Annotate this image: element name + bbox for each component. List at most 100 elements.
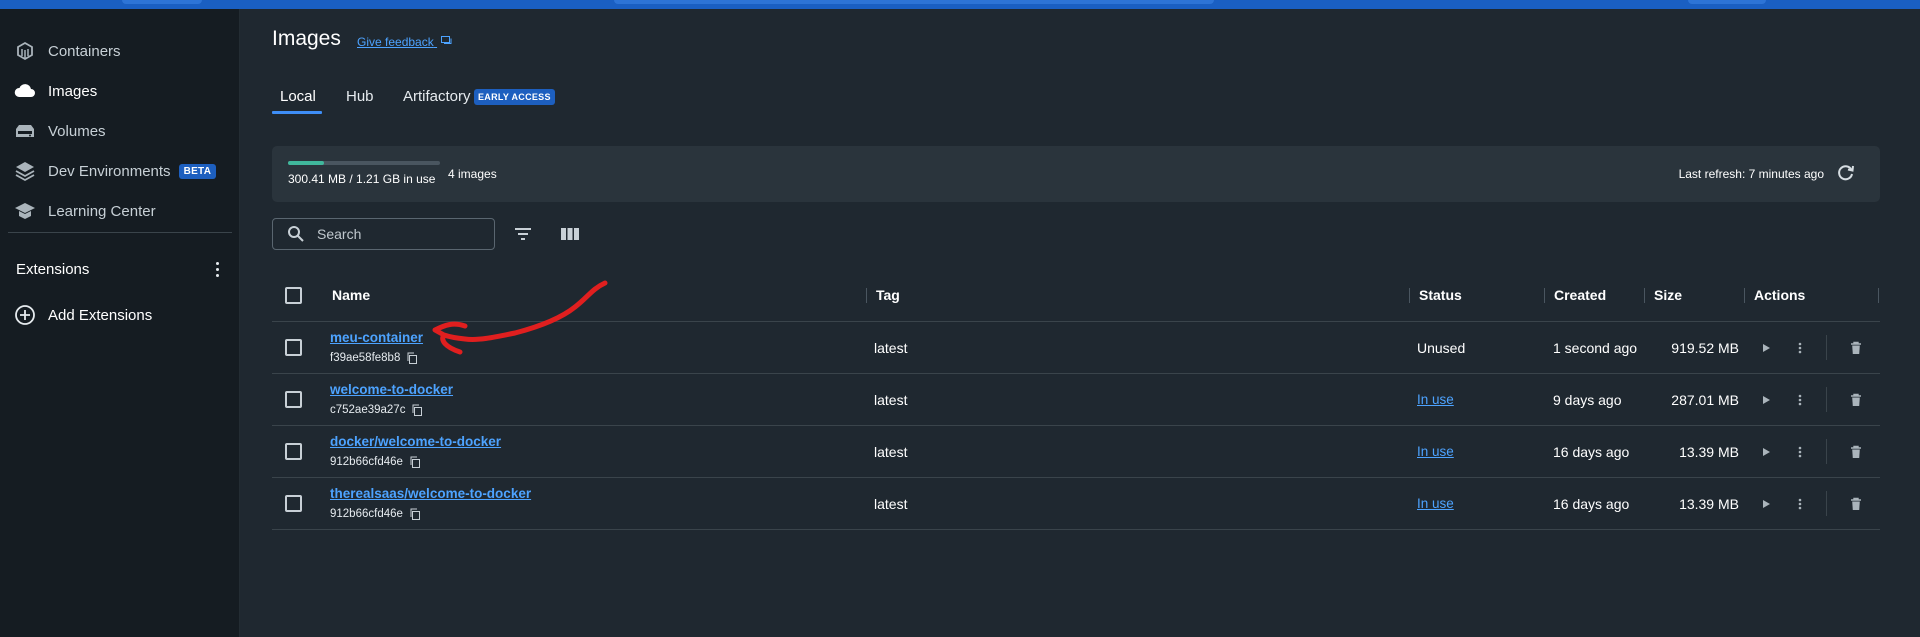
image-status[interactable]: In use (1417, 392, 1454, 407)
column-header-name[interactable]: Name (332, 287, 370, 303)
table-row[interactable]: docker/welcome-to-docker 912b66cfd46e la… (272, 426, 1880, 478)
tab-artifactory[interactable]: Artifactory (403, 88, 471, 105)
top-bar-button[interactable] (122, 0, 202, 4)
add-extensions-button[interactable]: Add Extensions (12, 299, 232, 331)
image-created: 1 second ago (1553, 340, 1638, 356)
image-id: c752ae39a27c (330, 404, 423, 416)
image-name-link[interactable]: meu-container (330, 330, 423, 345)
actions-divider (1826, 491, 1827, 516)
copy-icon[interactable] (409, 508, 421, 520)
search-input[interactable] (317, 226, 477, 242)
row-checkbox[interactable] (285, 495, 302, 512)
image-tag: latest (874, 340, 908, 356)
top-bar (0, 0, 1920, 9)
image-tag: latest (874, 444, 908, 460)
row-checkbox[interactable] (285, 391, 302, 408)
column-header-created[interactable]: Created (1554, 287, 1606, 303)
sidebar-item-containers[interactable]: Containers (12, 35, 232, 67)
sidebar: Containers Images Volumes Dev Environmen… (0, 9, 240, 637)
filter-icon[interactable] (512, 224, 534, 244)
delete-icon[interactable] (1846, 442, 1866, 462)
active-tab-indicator (272, 111, 322, 114)
table-row[interactable]: welcome-to-docker c752ae39a27c latest In… (272, 374, 1880, 426)
delete-icon[interactable] (1846, 390, 1866, 410)
columns-icon[interactable] (559, 224, 581, 244)
image-id: 912b66cfd46e (330, 456, 421, 468)
disk-usage-bar (288, 161, 440, 165)
column-separator[interactable] (866, 288, 867, 303)
image-id-text: f39ae58fe8b8 (330, 352, 401, 364)
image-name-link[interactable]: therealsaas/welcome-to-docker (330, 486, 531, 501)
row-checkbox[interactable] (285, 443, 302, 460)
add-extensions-label: Add Extensions (48, 306, 153, 324)
learning-center-icon (12, 198, 38, 224)
image-size: 13.39 MB (1679, 496, 1739, 512)
sidebar-item-learning-center[interactable]: Learning Center (12, 195, 232, 227)
sidebar-item-volumes[interactable]: Volumes (12, 115, 232, 147)
actions-divider (1826, 439, 1827, 464)
disk-usage-bar-fill (288, 161, 325, 165)
image-id: f39ae58fe8b8 (330, 352, 418, 364)
image-id-text: 912b66cfd46e (330, 508, 403, 520)
actions-divider (1826, 387, 1827, 412)
image-created: 9 days ago (1553, 392, 1622, 408)
more-actions-icon[interactable] (1790, 442, 1810, 462)
sidebar-item-dev-environments[interactable]: Dev Environments BETA (12, 155, 232, 187)
column-separator[interactable] (1644, 288, 1645, 303)
column-separator[interactable] (1744, 288, 1745, 303)
image-count: 4 images (448, 167, 497, 181)
column-separator[interactable] (1878, 288, 1879, 303)
sidebar-divider (8, 232, 232, 233)
copy-icon[interactable] (409, 456, 421, 468)
give-feedback-label: Give feedback (357, 35, 434, 49)
volumes-icon (12, 118, 38, 144)
tab-local[interactable]: Local (280, 88, 316, 105)
search-icon (287, 225, 305, 243)
add-circle-icon (12, 302, 38, 328)
image-name-link[interactable]: docker/welcome-to-docker (330, 434, 501, 449)
column-separator[interactable] (1544, 288, 1545, 303)
run-icon[interactable] (1756, 494, 1776, 514)
sidebar-item-images[interactable]: Images (12, 75, 232, 107)
more-actions-icon[interactable] (1790, 338, 1810, 358)
top-bar-search[interactable] (614, 0, 1214, 4)
refresh-icon[interactable] (1836, 163, 1856, 183)
cloud-icon (12, 78, 38, 104)
delete-icon[interactable] (1846, 338, 1866, 358)
tab-hub[interactable]: Hub (346, 88, 374, 105)
table-row[interactable]: meu-container f39ae58fe8b8 latest Unused… (272, 322, 1880, 374)
sidebar-item-label: Containers (48, 42, 121, 60)
image-status[interactable]: In use (1417, 444, 1454, 459)
sidebar-item-label: Images (48, 82, 98, 100)
row-checkbox[interactable] (285, 339, 302, 356)
containers-icon (12, 38, 38, 64)
disk-usage-text: 300.41 MB / 1.21 GB in use (288, 172, 436, 186)
column-header-tag[interactable]: Tag (876, 287, 900, 303)
column-separator[interactable] (1409, 288, 1410, 303)
more-actions-icon[interactable] (1790, 390, 1810, 410)
select-all-checkbox[interactable] (285, 287, 302, 304)
image-size: 919.52 MB (1671, 340, 1739, 356)
more-actions-icon[interactable] (1790, 494, 1810, 514)
table-header: Name Tag Status Created Size Actions (272, 270, 1880, 322)
image-id: 912b66cfd46e (330, 508, 421, 520)
last-refresh-text: Last refresh: 7 minutes ago (1678, 167, 1824, 181)
extensions-more-icon[interactable] (208, 259, 226, 279)
image-status[interactable]: In use (1417, 496, 1454, 511)
delete-icon[interactable] (1846, 494, 1866, 514)
give-feedback-link[interactable]: Give feedback (357, 35, 452, 49)
top-bar-button[interactable] (1688, 0, 1766, 4)
run-icon[interactable] (1756, 338, 1776, 358)
search-field[interactable] (272, 218, 495, 250)
column-header-status[interactable]: Status (1419, 287, 1462, 303)
copy-icon[interactable] (406, 352, 418, 364)
disk-usage-panel: 300.41 MB / 1.21 GB in use 4 images Last… (272, 146, 1880, 202)
early-access-badge: EARLY ACCESS (474, 89, 555, 105)
image-name-link[interactable]: welcome-to-docker (330, 382, 453, 397)
run-icon[interactable] (1756, 442, 1776, 462)
copy-icon[interactable] (411, 404, 423, 416)
image-tag: latest (874, 392, 908, 408)
column-header-size[interactable]: Size (1654, 287, 1682, 303)
table-row[interactable]: therealsaas/welcome-to-docker 912b66cfd4… (272, 478, 1880, 530)
run-icon[interactable] (1756, 390, 1776, 410)
